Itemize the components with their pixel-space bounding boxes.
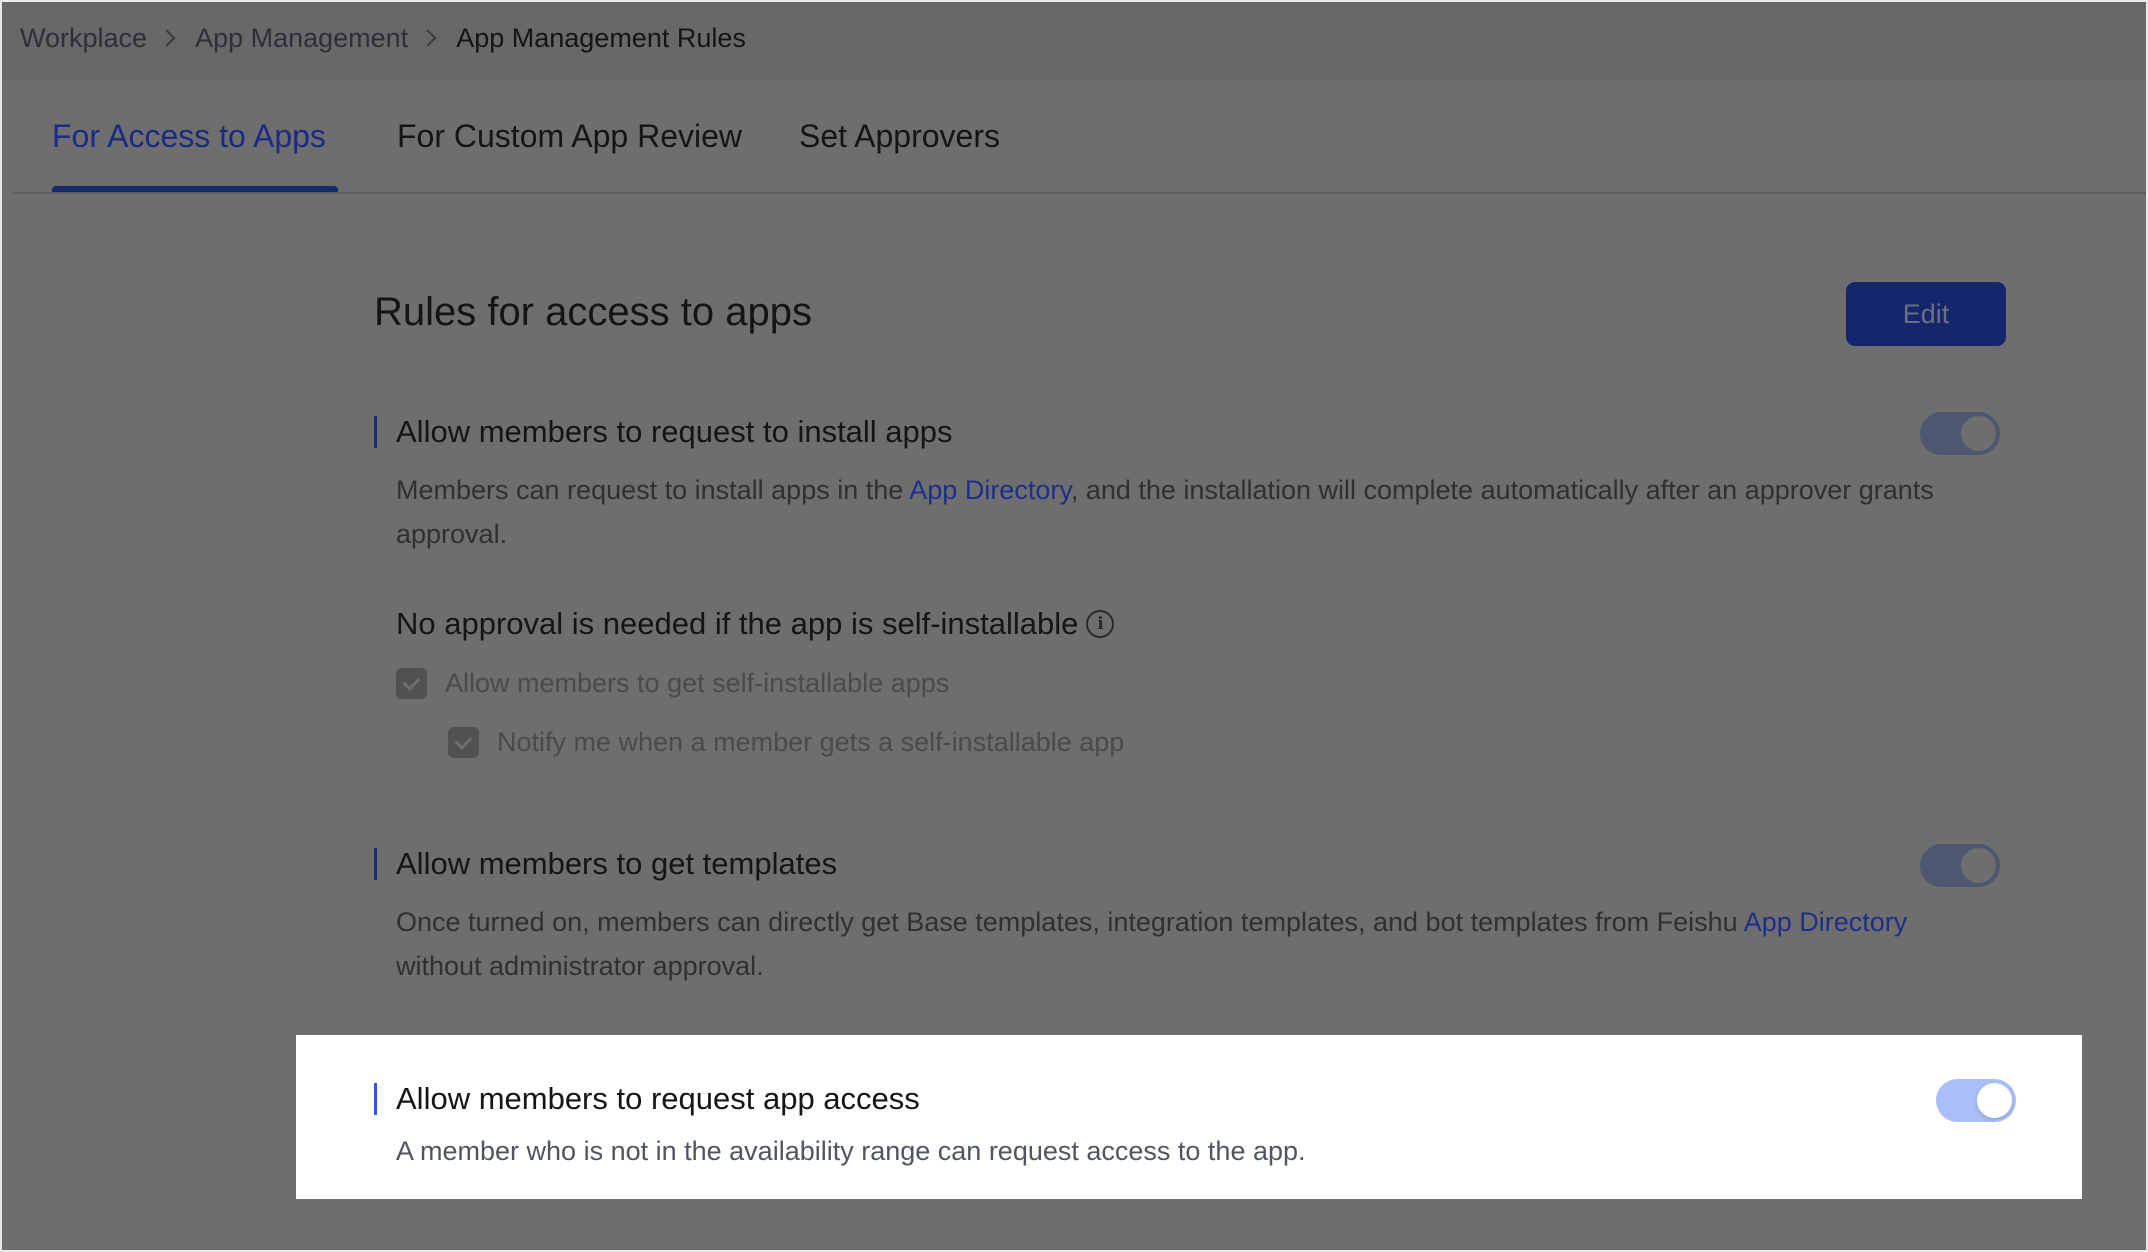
subheading-text: No approval is needed if the app is self…: [396, 606, 1079, 641]
active-tab-indicator: [52, 186, 338, 192]
app-directory-link[interactable]: App Directory: [909, 475, 1071, 505]
check-icon: [454, 731, 473, 750]
edit-button[interactable]: Edit: [1846, 282, 2006, 346]
checkbox-notify-me[interactable]: [448, 727, 479, 758]
highlighted-section-panel: Allow members to request app access A me…: [296, 1035, 2082, 1199]
main-content: For Access to Apps For Custom App Review…: [12, 80, 2146, 1250]
breadcrumb-current: App Management Rules: [456, 22, 746, 53]
section-heading: Allow members to request app access: [374, 1079, 2016, 1119]
header-bar: Workplace App Management App Management …: [2, 2, 2146, 80]
section-description: Members can request to install apps in t…: [374, 468, 1996, 556]
section-heading: Allow members to request to install apps: [374, 412, 2000, 452]
checkbox-allow-self-installable[interactable]: [396, 668, 427, 699]
app-directory-link[interactable]: App Directory: [1744, 907, 1908, 937]
checkbox-row: Notify me when a member gets a self-inst…: [374, 727, 2000, 758]
check-icon: [402, 672, 421, 691]
section-heading: Allow members to get templates: [374, 844, 2000, 884]
tab-for-access-to-apps[interactable]: For Access to Apps: [52, 118, 326, 155]
breadcrumb-workplace[interactable]: Workplace: [20, 23, 147, 54]
checkbox-row: Allow members to get self-installable ap…: [374, 668, 2000, 699]
section-description: Once turned on, members can directly get…: [374, 900, 1996, 988]
checkbox-label: Allow members to get self-installable ap…: [445, 668, 950, 698]
chevron-right-icon: [419, 29, 437, 47]
breadcrumb-app-management[interactable]: App Management: [195, 23, 408, 54]
desc-text: Once turned on, members can directly get…: [396, 907, 1744, 937]
desc-text: Members can request to install apps in t…: [396, 475, 910, 505]
page-title: Rules for access to apps: [374, 290, 812, 334]
section-description: A member who is not in the availability …: [396, 1136, 1306, 1166]
app-window: Workplace App Management App Management …: [2, 2, 2146, 1250]
tab-for-custom-app-review[interactable]: For Custom App Review: [397, 118, 742, 155]
section-get-templates: Allow members to get templates Once turn…: [374, 844, 2000, 988]
breadcrumb: Workplace App Management App Management …: [20, 20, 746, 56]
desc-text: without administrator approval.: [396, 951, 764, 981]
self-installable-subheading: No approval is needed if the app is self…: [374, 606, 2000, 642]
section-request-access: Allow members to request app access A me…: [374, 1079, 2016, 1173]
tab-set-approvers[interactable]: Set Approvers: [799, 118, 1000, 155]
section-request-install: Allow members to request to install apps…: [374, 412, 2000, 758]
info-icon[interactable]: i: [1086, 610, 1115, 638]
tab-bar: For Access to Apps For Custom App Review…: [12, 80, 2146, 194]
chevron-right-icon: [158, 29, 176, 47]
checkbox-label: Notify me when a member gets a self-inst…: [497, 727, 1125, 757]
